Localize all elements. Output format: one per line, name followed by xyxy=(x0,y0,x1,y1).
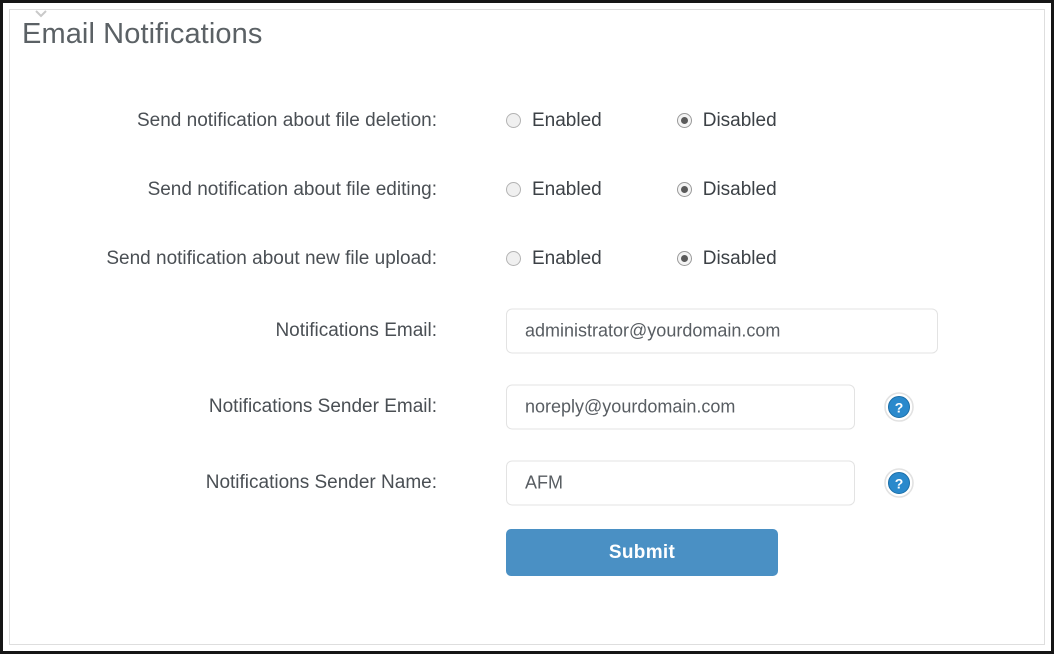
radio-new-file-upload-enabled[interactable]: Enabled xyxy=(506,248,602,270)
label-file-editing: Send notification about file editing: xyxy=(147,178,437,200)
notifications-sender-name-input[interactable] xyxy=(506,460,855,506)
email-notifications-form: Send notification about file deletion: E… xyxy=(10,86,1044,601)
radio-circle-selected-icon[interactable] xyxy=(676,182,692,197)
label-notifications-sender-email: Notifications Sender Email: xyxy=(208,396,437,417)
svg-text:?: ? xyxy=(895,475,904,491)
radio-label-disabled: Disabled xyxy=(702,178,777,200)
radio-circle-selected-icon[interactable] xyxy=(676,113,692,128)
page-title: Email Notifications xyxy=(22,18,263,50)
notifications-sender-email-input[interactable] xyxy=(506,384,855,430)
radio-group-new-file-upload: Enabled Disabled xyxy=(506,248,777,270)
help-circle-icon[interactable]: ? xyxy=(884,392,914,422)
form-row-file-deletion: Send notification about file deletion: E… xyxy=(10,86,1044,155)
radio-new-file-upload-disabled[interactable]: Disabled xyxy=(676,247,777,270)
label-notifications-sender-name: Notifications Sender Name: xyxy=(205,472,437,493)
form-row-file-editing: Send notification about file editing: En… xyxy=(10,155,1044,224)
radio-group-file-deletion: Enabled Disabled xyxy=(506,110,777,132)
form-row-notifications-email: Notifications Email: xyxy=(10,293,1044,369)
settings-panel: Email Notifications Send notification ab… xyxy=(9,9,1045,645)
radio-circle-icon[interactable] xyxy=(506,251,521,266)
label-file-deletion: Send notification about file deletion: xyxy=(137,109,437,131)
submit-button[interactable]: Submit xyxy=(506,529,778,576)
label-new-file-upload: Send notification about new file upload: xyxy=(106,247,437,269)
radio-circle-icon[interactable] xyxy=(506,113,521,128)
form-row-new-file-upload: Send notification about new file upload:… xyxy=(10,224,1044,293)
radio-file-deletion-disabled[interactable]: Disabled xyxy=(676,109,777,132)
radio-circle-selected-icon[interactable] xyxy=(676,251,692,266)
radio-label-enabled: Enabled xyxy=(532,109,602,131)
svg-text:?: ? xyxy=(895,399,904,415)
radio-group-file-editing: Enabled Disabled xyxy=(506,179,777,201)
form-row-submit: Submit xyxy=(10,521,1044,601)
radio-label-enabled: Enabled xyxy=(532,178,602,200)
notifications-email-input[interactable] xyxy=(506,308,938,354)
label-notifications-email: Notifications Email: xyxy=(275,320,437,341)
form-row-notifications-sender-email: Notifications Sender Email: ? xyxy=(10,369,1044,445)
screenshot-frame: Email Notifications Send notification ab… xyxy=(0,0,1054,654)
radio-circle-icon[interactable] xyxy=(506,182,521,197)
form-row-notifications-sender-name: Notifications Sender Name: ? xyxy=(10,445,1044,521)
radio-file-editing-enabled[interactable]: Enabled xyxy=(506,179,602,201)
help-circle-icon[interactable]: ? xyxy=(884,468,914,498)
radio-file-deletion-enabled[interactable]: Enabled xyxy=(506,110,602,132)
radio-label-disabled: Disabled xyxy=(702,109,777,131)
radio-file-editing-disabled[interactable]: Disabled xyxy=(676,178,777,201)
radio-label-disabled: Disabled xyxy=(702,247,777,269)
radio-label-enabled: Enabled xyxy=(532,247,602,269)
